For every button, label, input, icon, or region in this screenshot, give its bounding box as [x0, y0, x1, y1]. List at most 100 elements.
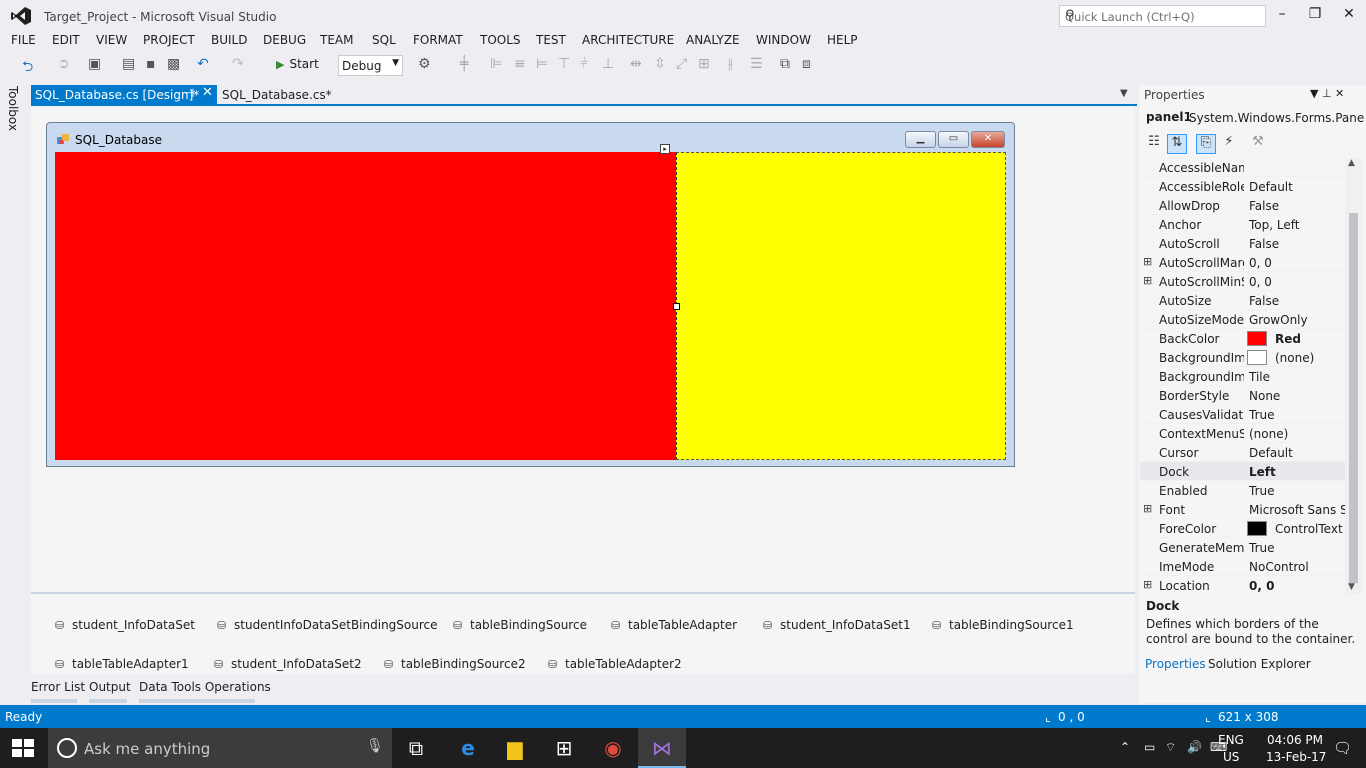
language[interactable]: ENG — [1218, 733, 1244, 747]
menu-sql[interactable]: SQL — [372, 33, 396, 47]
bring-to-front-icon[interactable]: ⧉ — [780, 56, 790, 76]
smart-tag-icon[interactable]: ▸ — [660, 144, 670, 154]
menu-help[interactable]: HELP — [827, 33, 858, 47]
windows-start-icon[interactable] — [12, 739, 34, 757]
properties-view-icon[interactable]: ⎘ — [1196, 134, 1216, 154]
property-value[interactable]: False — [1249, 237, 1345, 251]
events-icon[interactable]: ⚡ — [1219, 134, 1239, 154]
new-project-icon[interactable]: ▣ — [88, 56, 101, 76]
property-row[interactable]: Cursor Default — [1140, 443, 1346, 462]
close-tab-icon[interactable]: ✕ — [202, 85, 213, 100]
attach-icon[interactable]: ⚙ — [418, 56, 431, 76]
menu-edit[interactable]: EDIT — [52, 33, 80, 47]
property-value[interactable]: True — [1249, 408, 1345, 422]
forward-icon[interactable]: ➲ — [58, 56, 70, 76]
property-value[interactable]: GrowOnly — [1249, 313, 1345, 327]
volume-icon[interactable]: 🔊 — [1187, 740, 1202, 754]
solution-configuration-dropdown[interactable]: Debug ▼ — [338, 55, 403, 76]
property-row[interactable]: GenerateMember True — [1140, 538, 1346, 557]
resize-handle[interactable] — [673, 303, 680, 310]
form-close-button[interactable]: ✕ — [971, 131, 1005, 148]
tray-item[interactable]: ⛁ student_InfoDataSet2 — [214, 657, 362, 671]
property-pages-icon[interactable]: ⚒ — [1248, 134, 1268, 154]
quick-launch-input[interactable]: Quick Launch (Ctrl+Q) ⚲ — [1059, 5, 1266, 27]
visual-studio-taskbar-icon[interactable]: ⋈ — [638, 728, 686, 768]
property-value[interactable]: 0, 0 — [1249, 275, 1345, 289]
maximize-button[interactable]: ❐ — [1300, 6, 1330, 26]
cortana-search-box[interactable]: Ask me anything 🎙 — [48, 728, 392, 768]
tray-item[interactable]: ⛁ tableTableAdapter1 — [55, 657, 189, 671]
property-row[interactable]: ⊞ Location 0, 0 — [1140, 576, 1346, 595]
property-row[interactable]: BackgroundImageLayout Tile — [1140, 367, 1346, 386]
property-value[interactable]: False — [1249, 199, 1345, 213]
save-all-icon[interactable]: ▩ — [167, 56, 180, 76]
property-value[interactable]: NoControl — [1249, 560, 1345, 574]
property-row[interactable]: AutoSizeMode GrowOnly — [1140, 310, 1346, 329]
property-value[interactable]: Top, Left — [1249, 218, 1345, 232]
expand-icon[interactable]: ⊞ — [1143, 274, 1152, 287]
save-icon[interactable]: ▪ — [146, 56, 156, 76]
scroll-up-icon[interactable]: ▲ — [1348, 158, 1355, 168]
menu-debug[interactable]: DEBUG — [263, 33, 306, 47]
property-row[interactable]: AllowDrop False — [1140, 196, 1346, 215]
menu-project[interactable]: PROJECT — [143, 33, 195, 47]
size-to-grid-icon[interactable]: ⊞ — [698, 56, 710, 76]
align-grid-icon[interactable]: ╪ — [460, 56, 468, 76]
tray-item[interactable]: ⛁ student_InfoDataSet — [55, 618, 195, 632]
chrome-icon[interactable]: ◉ — [589, 728, 637, 768]
object-selector[interactable]: panel1 System.Windows.Forms.Pane — [1140, 108, 1364, 128]
scrollbar-thumb[interactable] — [1349, 213, 1358, 583]
close-button[interactable]: ✕ — [1334, 6, 1364, 26]
store-icon[interactable]: ⊞ — [540, 728, 588, 768]
property-row[interactable]: ContextMenuStrip (none) — [1140, 424, 1346, 443]
tab-list-dropdown-icon[interactable]: ▼ — [1120, 88, 1128, 99]
categorized-icon[interactable]: ☷ — [1144, 134, 1164, 154]
align-lefts-icon[interactable]: ⊫ — [490, 56, 502, 76]
property-row[interactable]: AutoScroll False — [1140, 234, 1346, 253]
property-row[interactable]: AccessibleName — [1140, 158, 1346, 177]
menu-file[interactable]: FILE — [11, 33, 36, 47]
expand-icon[interactable]: ⊞ — [1143, 255, 1152, 268]
property-value[interactable]: Default — [1249, 446, 1345, 460]
microphone-icon[interactable]: 🎙 — [366, 738, 384, 754]
align-centers-icon[interactable]: ≡ — [514, 56, 526, 76]
menu-analyze[interactable]: ANALYZE — [686, 33, 740, 47]
property-value[interactable]: Microsoft Sans Se — [1249, 503, 1345, 517]
property-row[interactable]: AccessibleRole Default — [1140, 177, 1346, 196]
edge-icon[interactable]: e — [444, 728, 492, 768]
minimize-button[interactable]: – — [1267, 6, 1297, 26]
make-same-height-icon[interactable]: ⇳ — [654, 56, 666, 76]
tab-solution-explorer[interactable]: Solution Explorer — [1208, 657, 1311, 671]
send-to-back-icon[interactable]: ⧈ — [802, 56, 811, 76]
chevron-up-icon[interactable]: ⌃ — [1120, 740, 1130, 754]
property-row[interactable]: ForeColor ControlText — [1140, 519, 1346, 538]
clock-time[interactable]: 04:06 PM — [1267, 733, 1323, 747]
property-row[interactable]: BackColor Red — [1140, 329, 1346, 348]
tray-item[interactable]: ⛁ studentInfoDataSetBindingSource — [217, 618, 438, 632]
property-row[interactable]: BorderStyle None — [1140, 386, 1346, 405]
expand-icon[interactable]: ⊞ — [1143, 578, 1152, 591]
property-value[interactable]: True — [1249, 541, 1345, 555]
align-middles-icon[interactable]: ⫩ — [580, 56, 588, 76]
property-grid-scrollbar[interactable]: ▲ ▼ — [1345, 158, 1362, 594]
tray-item[interactable]: ⛁ student_InfoDataSet1 — [763, 618, 911, 632]
property-value[interactable]: Default — [1249, 180, 1345, 194]
tab-properties[interactable]: Properties — [1145, 657, 1206, 671]
vertical-spacing-icon[interactable]: ☰ — [750, 56, 763, 76]
menu-test[interactable]: TEST — [536, 33, 566, 47]
property-row[interactable]: ⊞ AutoScrollMargin 0, 0 — [1140, 253, 1346, 272]
tray-item[interactable]: ⛁ tableTableAdapter2 — [548, 657, 682, 671]
property-row[interactable]: Anchor Top, Left — [1140, 215, 1346, 234]
menu-team[interactable]: TEAM — [320, 33, 353, 47]
tab-output[interactable]: Output — [89, 680, 131, 694]
open-file-icon[interactable]: ▤ — [122, 56, 135, 76]
property-value[interactable]: Left — [1249, 465, 1345, 479]
property-value[interactable]: Tile — [1249, 370, 1345, 384]
tray-item[interactable]: ⛁ tableBindingSource2 — [384, 657, 526, 671]
menu-window[interactable]: WINDOW — [756, 33, 811, 47]
align-tops-icon[interactable]: ⊤ — [558, 56, 570, 76]
start-debugging-button[interactable]: ▶ Start — [276, 57, 319, 71]
property-value[interactable]: None — [1249, 389, 1345, 403]
alphabetical-icon[interactable]: ⇅ — [1167, 134, 1187, 154]
property-value[interactable]: (none) — [1249, 427, 1345, 441]
